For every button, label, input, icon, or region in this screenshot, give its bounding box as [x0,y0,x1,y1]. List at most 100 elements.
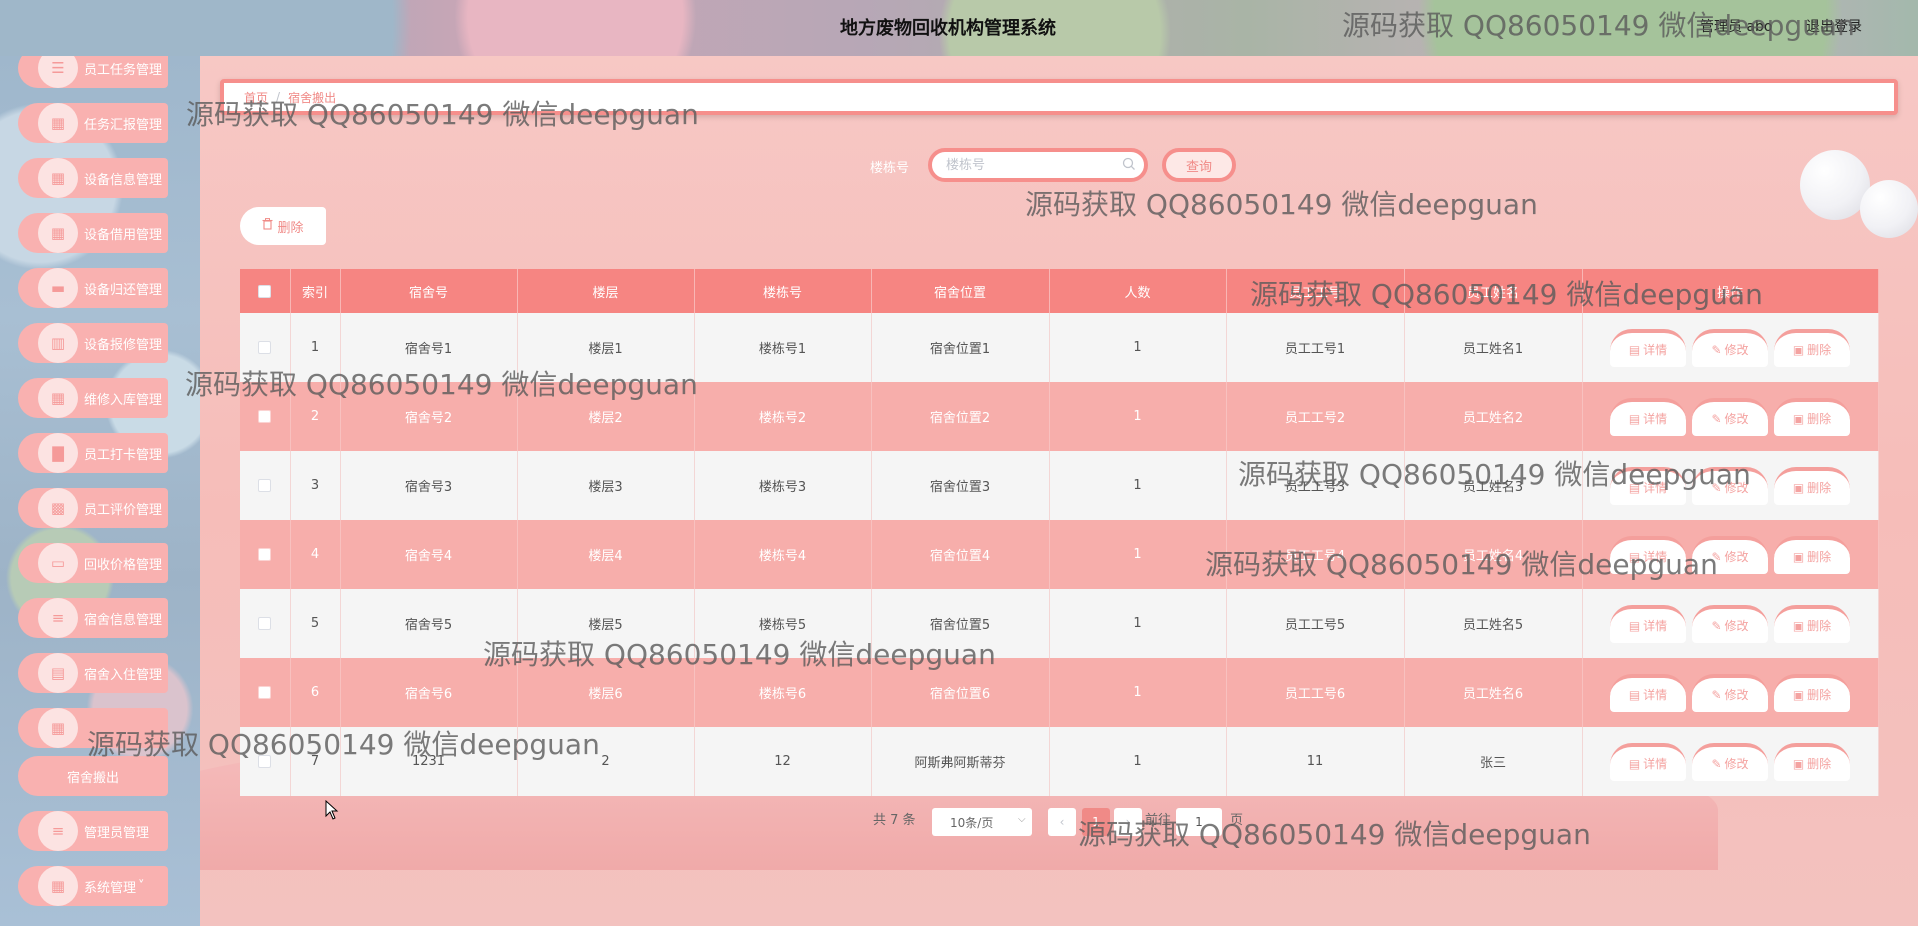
doc-icon: ▤ [1628,756,1641,771]
sidebar-item[interactable]: ≡ 宿舍信息管理 [18,598,168,638]
row-checkbox[interactable] [240,589,291,658]
sidebar-item[interactable]: ▭ 回收价格管理 [18,543,168,583]
table-cell: 楼层2 [517,382,695,451]
sidebar-item[interactable]: ▥ 设备报修管理 [18,323,168,363]
edit-button[interactable]: ✎ 修改 [1692,742,1768,781]
row-checkbox[interactable] [240,658,291,727]
bulk-delete-label: 删除 [277,220,304,236]
sidebar-item[interactable]: ▤ 宿舍入住管理 [18,653,168,693]
sidebar-item[interactable]: ▩ 员工评价管理 [18,488,168,528]
edit-button[interactable]: ✎ 修改 [1692,535,1768,574]
delete-label: 删除 [1807,412,1832,426]
sidebar-item-label: 员工评价管理 [84,502,163,518]
pagination-page-button[interactable]: 1 [1082,808,1110,836]
app-title: 地方废物回收机构管理系统 [840,18,1056,38]
column-header: 索引 [290,269,341,313]
edit-button[interactable]: ✎ 修改 [1692,673,1768,712]
sidebar-item[interactable]: ▦ 维修入库管理 [18,378,168,418]
bulk-delete-button[interactable]: 删除 [240,207,326,245]
detail-button[interactable]: ▤ 详情 [1610,535,1686,574]
edit-button[interactable]: ✎ 修改 [1692,466,1768,505]
sidebar-item-label: 维修入库管理 [84,392,163,408]
sidebar-item-label: 设备信息管理 [84,172,163,188]
table-cell: 员工姓名3 [1404,451,1583,520]
delete-button[interactable]: ▣ 删除 [1774,604,1850,643]
row-checkbox[interactable] [240,382,291,451]
table-cell: 1 [1049,313,1227,382]
detail-button[interactable]: ▤ 详情 [1610,466,1686,505]
detail-button[interactable]: ▤ 详情 [1610,604,1686,643]
breadcrumb-home[interactable]: 首页 [244,89,268,106]
table-cell: 宿舍位置6 [871,658,1050,727]
select-all-checkbox[interactable] [240,269,291,313]
table-cell: 员工姓名1 [1404,313,1583,382]
trash-icon: ▣ [1792,411,1805,426]
sidebar-item-label: 系统管理 [84,880,137,896]
sidebar-item[interactable]: ▦ 系统管理 ˅ [18,866,168,906]
detail-button[interactable]: ▤ 详情 [1610,742,1686,781]
table-cell: 宿舍位置5 [871,589,1050,658]
table-row: 6 宿舍号6 楼层6 楼栋号6 宿舍位置6 1 员工工号6 员工姓名6 ▤ 详情 ✎ 修改 ▣ 删除 [240,658,1879,727]
edit-label: 修改 [1724,412,1749,426]
sidebar-item[interactable]: ▦ [18,708,168,748]
chevron-down-icon: ˅ [138,878,145,894]
delete-button[interactable]: ▣ 删除 [1774,535,1850,574]
pagination-goto-input[interactable]: 1 [1176,808,1222,836]
doc-icon: ▤ [1628,549,1641,564]
sidebar-item[interactable]: ≡ 管理员管理 [18,811,168,851]
search-input[interactable] [928,148,1148,182]
chevron-left-icon: ‹ [1059,815,1065,829]
search-label: 楼栋号 [870,161,910,176]
checkbox-icon [258,686,272,699]
edit-button[interactable]: ✎ 修改 [1692,397,1768,436]
sidebar-item-label: 宿舍搬出 [66,770,119,786]
sidebar-item-label: 员工任务管理 [84,62,163,78]
column-header: 员工姓名 [1404,269,1583,313]
table-icon: ▩ [38,488,78,528]
table-cell: 1 [1049,382,1227,451]
sidebar-item[interactable]: ▬ 设备归还管理 [18,268,168,308]
table-cell: 2 [517,727,695,796]
delete-button[interactable]: ▣ 删除 [1774,328,1850,367]
table-row: 2 宿舍号2 楼层2 楼栋号2 宿舍位置2 1 员工工号2 员工姓名2 ▤ 详情 ✎ 修改 ▣ 删除 [240,382,1879,451]
sidebar-item[interactable]: ▇ 员工打卡管理 [18,433,168,473]
grid-icon: ▦ [38,708,78,748]
detail-label: 详情 [1643,619,1668,633]
detail-button[interactable]: ▤ 详情 [1610,673,1686,712]
logout-link[interactable]: 退出登录 [1806,16,1862,36]
edit-button[interactable]: ✎ 修改 [1692,328,1768,367]
delete-button[interactable]: ▣ 删除 [1774,466,1850,505]
sidebar-item[interactable]: ▦ 设备借用管理 [18,213,168,253]
sidebar-item[interactable]: 宿舍搬出 [18,756,168,796]
edit-label: 修改 [1724,481,1749,495]
column-header: 宿舍位置 [871,269,1050,313]
table-cell: 12 [694,727,872,796]
checkbox-icon [258,410,272,423]
table-row: 5 宿舍号5 楼层5 楼栋号5 宿舍位置5 1 员工工号5 员工姓名5 ▤ 详情 ✎ 修改 ▣ 删除 [240,589,1879,658]
detail-button[interactable]: ▤ 详情 [1610,328,1686,367]
table-cell: 楼栋号6 [694,658,872,727]
row-checkbox[interactable] [240,727,291,796]
pencil-icon: ✎ [1711,342,1722,357]
delete-button[interactable]: ▣ 删除 [1774,397,1850,436]
drive-icon: ▤ [38,653,78,693]
doc-icon: ▤ [1628,480,1641,495]
sidebar-item[interactable]: ▦ 设备信息管理 [18,158,168,198]
column-header: 员工工号 [1226,269,1405,313]
page-size-select[interactable]: 10条/页 [932,808,1032,836]
row-checkbox[interactable] [240,451,291,520]
delete-button[interactable]: ▣ 删除 [1774,673,1850,712]
pagination-next-button[interactable]: › [1114,808,1142,836]
row-checkbox[interactable] [240,313,291,382]
delete-button[interactable]: ▣ 删除 [1774,742,1850,781]
table-cell: 6 [290,658,341,727]
sidebar-item[interactable]: ▦ 任务汇报管理 [18,103,168,143]
row-checkbox[interactable] [240,520,291,589]
edit-button[interactable]: ✎ 修改 [1692,604,1768,643]
column-header: 人数 [1049,269,1227,313]
pagination-prev-button[interactable]: ‹ [1048,808,1076,836]
table-cell: 员工工号6 [1226,658,1405,727]
query-button[interactable]: 查询 [1162,148,1236,182]
sidebar-item-label: 设备借用管理 [84,227,163,243]
detail-button[interactable]: ▤ 详情 [1610,397,1686,436]
